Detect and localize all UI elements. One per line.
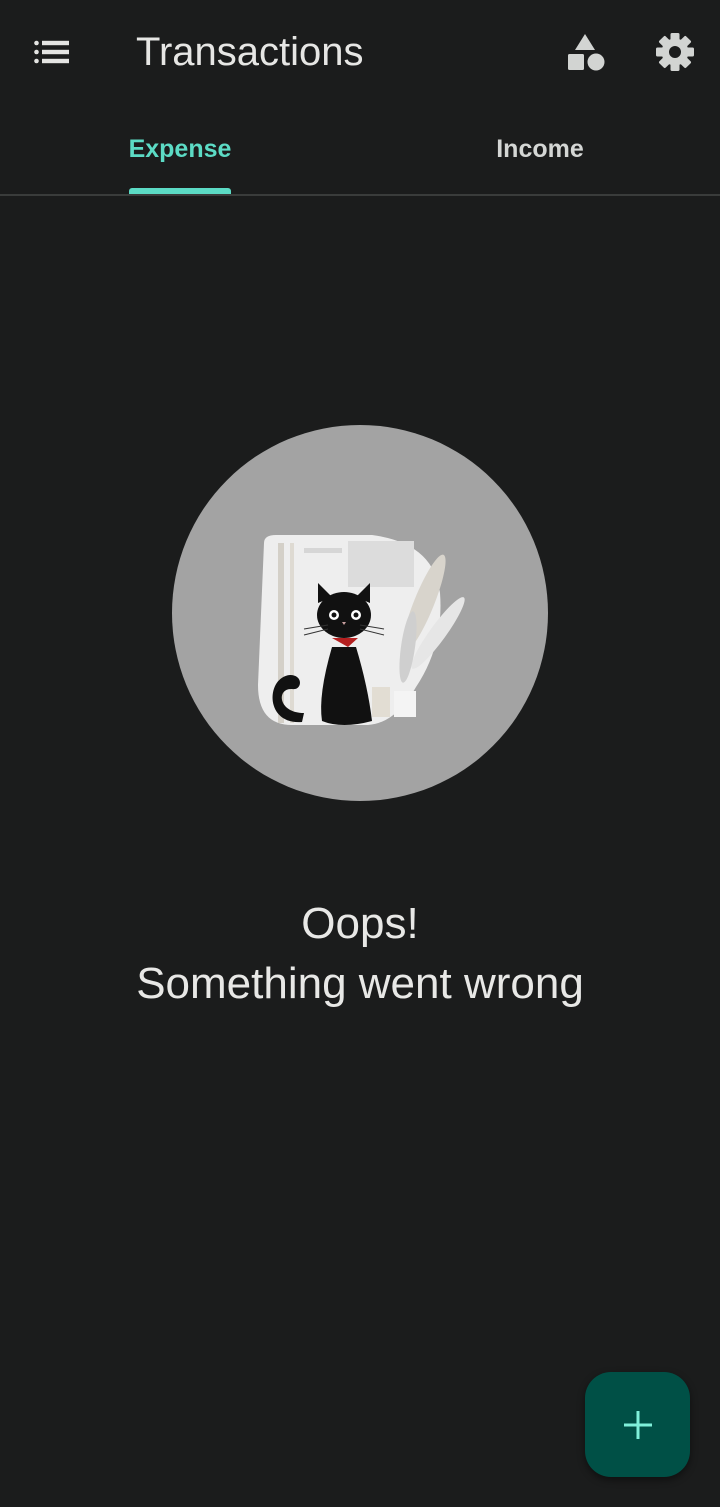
settings-button[interactable] xyxy=(647,24,703,80)
tab-income[interactable]: Income xyxy=(360,104,720,194)
tab-income-label: Income xyxy=(496,134,584,163)
menu-button[interactable] xyxy=(24,24,80,80)
tab-expense[interactable]: Expense xyxy=(0,104,360,194)
tab-expense-label: Expense xyxy=(128,134,232,163)
gear-icon xyxy=(656,33,694,71)
tab-bar: Expense Income xyxy=(0,104,720,196)
error-message: Oops! Something went wrong xyxy=(0,894,720,1014)
error-title: Oops! xyxy=(301,899,419,948)
error-subtitle: Something went wrong xyxy=(136,959,584,1008)
plus-icon xyxy=(623,1410,652,1439)
app-bar: Transactions xyxy=(0,0,720,104)
categories-button[interactable] xyxy=(558,24,614,80)
tab-indicator xyxy=(129,188,231,194)
shapes-icon xyxy=(568,34,605,71)
list-icon xyxy=(34,40,69,64)
page-title: Transactions xyxy=(136,30,364,74)
black-cat-illustration xyxy=(172,425,548,801)
add-transaction-button[interactable] xyxy=(585,1372,690,1477)
